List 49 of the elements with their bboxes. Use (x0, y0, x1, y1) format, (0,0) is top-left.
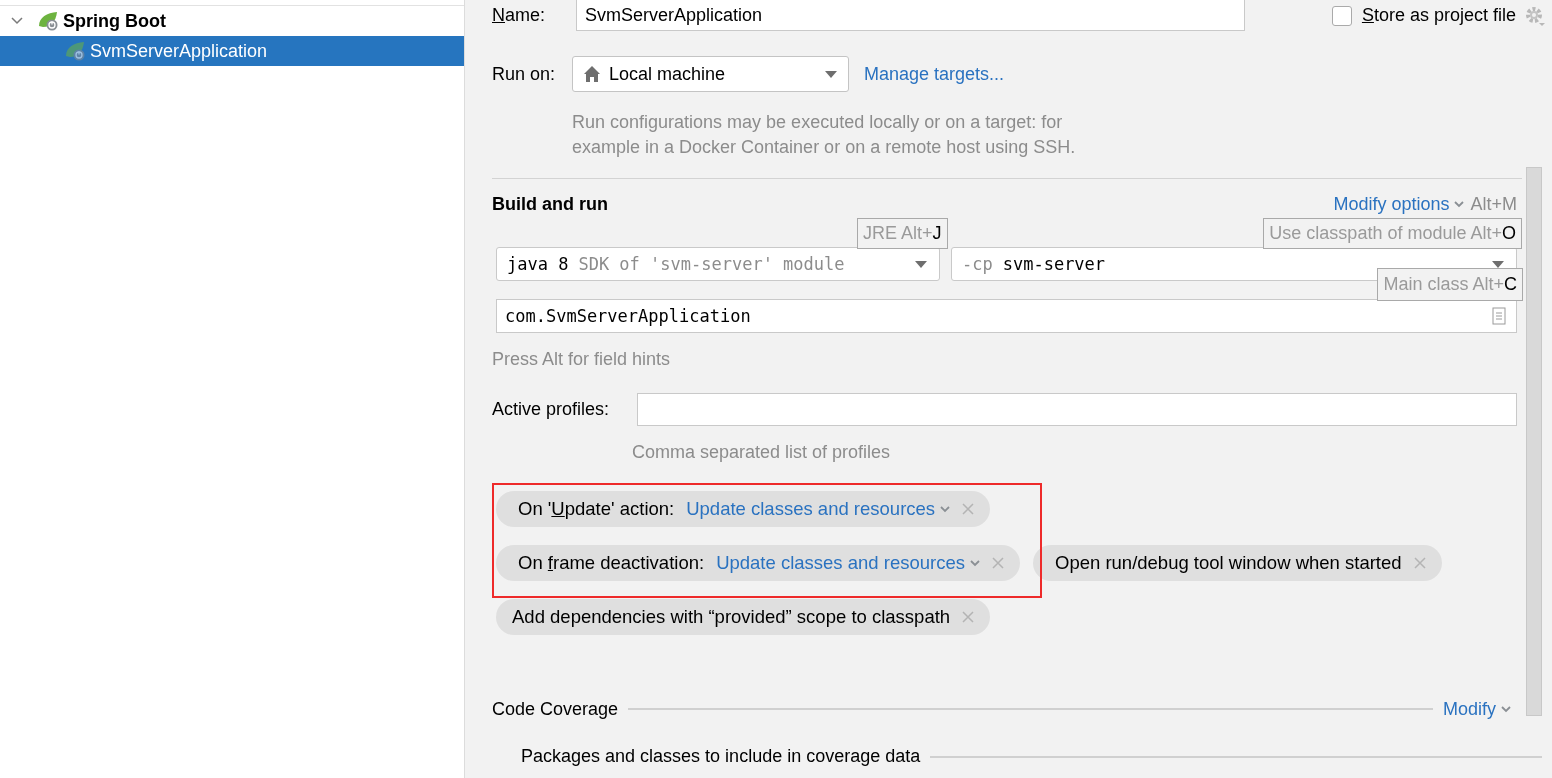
main-class-field[interactable]: com.SvmServerApplication (496, 299, 1517, 333)
hint-text: Press Alt for field hints (492, 348, 672, 371)
close-icon[interactable] (1413, 557, 1426, 569)
active-profiles-label: Active profiles: (492, 399, 611, 420)
name-label: Name: (492, 5, 547, 26)
spring-leaf-icon (64, 40, 86, 62)
tooltip: JRE Alt+J (857, 218, 948, 249)
modify-options-link[interactable]: Modify options (1333, 193, 1450, 215)
chevron-icon (940, 505, 951, 513)
gear-icon (1524, 4, 1546, 27)
option-value-link[interactable]: Update classes and resources (686, 498, 936, 520)
tooltip: Use classpath of module Alt+O (1263, 218, 1522, 249)
option-label: On frame deactivation: (518, 552, 705, 574)
jre-dropdown[interactable]: java 8 SDK of 'svm-server' module (496, 247, 940, 281)
manage-targets-link[interactable]: Manage targets... (864, 63, 1005, 85)
subsection-title: Packages and classes to include in coverage data (521, 746, 921, 767)
chevron-icon (970, 559, 980, 567)
option-label: Open run/debug tool window when started (1055, 552, 1402, 574)
chevron-icon (1454, 200, 1465, 208)
home-icon (583, 65, 601, 83)
caret-icon (824, 69, 838, 79)
option-label: On 'Update' action: (518, 498, 675, 520)
tooltip: Main class Alt+C (1377, 268, 1523, 301)
target-dropdown[interactable]: Local machine (572, 56, 849, 92)
tree-item-label: SvmServerApplication (90, 40, 268, 62)
close-icon[interactable] (962, 611, 975, 623)
checkbox-label: Store as project file (1361, 5, 1516, 26)
chevron-icon (1501, 705, 1511, 713)
option-label: Add dependencies with “provided” scope to classpath (512, 606, 951, 628)
section-title: Build and run (492, 193, 608, 215)
checkbox[interactable] (1331, 5, 1352, 26)
name-field[interactable]: SvmServerApplication (576, 0, 1245, 31)
active-profiles-field[interactable] (637, 393, 1517, 426)
option-value-link[interactable]: Update classes and resources (716, 552, 965, 574)
shortcut-text: Alt+M (1470, 193, 1517, 215)
scrollbar[interactable] (1526, 167, 1542, 716)
help-text: Comma separated list of profiles (631, 441, 892, 464)
help-text: Run configurations may be executed locally or on a target: for example in a Docker Container or on a remote host using SSH. (571, 111, 1077, 159)
close-icon[interactable] (962, 503, 975, 515)
tree-item[interactable]: Spring Boot (63, 10, 166, 32)
modify-link[interactable]: Modify (1443, 698, 1496, 720)
section-title: Code Coverage (492, 698, 619, 720)
caret-icon (914, 259, 928, 269)
spring-leaf-icon (37, 10, 59, 32)
run-on-label: Run on: (492, 63, 557, 85)
close-icon[interactable] (992, 557, 1004, 569)
tree-item-row[interactable]: SvmServerApplication (0, 36, 464, 66)
chevron-icon[interactable] (11, 17, 23, 25)
document-icon (1492, 307, 1506, 325)
